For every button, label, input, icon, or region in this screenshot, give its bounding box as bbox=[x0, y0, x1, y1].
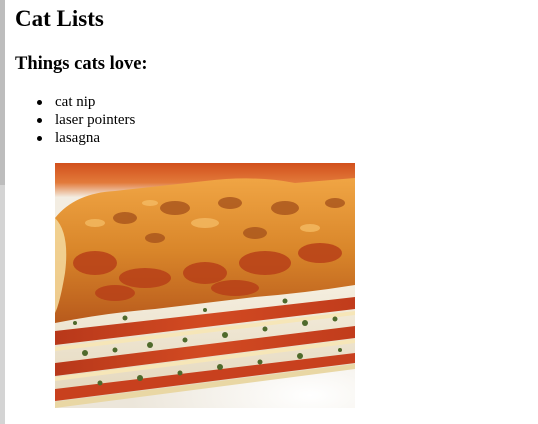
list-heading: Things cats love: bbox=[15, 54, 148, 74]
lasagna-image bbox=[55, 163, 355, 408]
page-title: Cat Lists bbox=[15, 6, 104, 31]
bullet-icon bbox=[37, 136, 42, 141]
list-item: lasagna bbox=[37, 129, 135, 147]
bullet-icon bbox=[37, 100, 42, 105]
list-item-label: cat nip bbox=[55, 94, 96, 110]
window-left-edge-shade bbox=[0, 0, 5, 185]
list-item: laser pointers bbox=[37, 111, 136, 129]
list-item-label: lasagna bbox=[55, 130, 100, 146]
bullet-icon bbox=[37, 118, 42, 123]
list-item-label: laser pointers bbox=[55, 112, 136, 128]
cat-love-list: cat nip laser pointers lasagna bbox=[37, 93, 136, 147]
list-item: cat nip bbox=[37, 93, 135, 111]
